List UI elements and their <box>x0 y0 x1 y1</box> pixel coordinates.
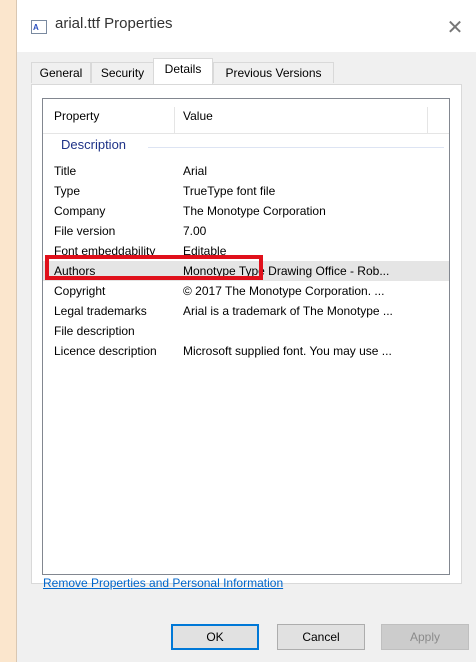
property-name: Legal trademarks <box>54 304 147 318</box>
tab-security[interactable]: Security <box>91 62 154 83</box>
title-bar: A arial.ttf Properties ✕ <box>17 0 476 52</box>
group-divider <box>148 147 444 148</box>
column-header-property[interactable]: Property <box>54 99 99 133</box>
ok-button[interactable]: OK <box>171 624 259 650</box>
list-header: Property Value <box>43 99 449 134</box>
table-row[interactable]: Legal trademarks Arial is a trademark of… <box>43 301 449 321</box>
apply-button[interactable]: Apply <box>381 624 469 650</box>
property-value: Monotype Type Drawing Office - Rob... <box>183 264 390 278</box>
table-row[interactable]: Font embeddability Editable <box>43 241 449 261</box>
table-row[interactable]: File version 7.00 <box>43 221 449 241</box>
property-name: Company <box>54 204 106 218</box>
table-row[interactable]: Type TrueType font file <box>43 181 449 201</box>
property-name: File version <box>54 224 116 238</box>
property-value: © 2017 The Monotype Corporation. ... <box>183 284 385 298</box>
table-row[interactable]: Copyright © 2017 The Monotype Corporatio… <box>43 281 449 301</box>
cancel-button[interactable]: Cancel <box>277 624 365 650</box>
properties-dialog: A arial.ttf Properties ✕ General Securit… <box>16 0 476 662</box>
group-header-description: Description <box>61 137 127 152</box>
property-name: Title <box>54 164 77 178</box>
property-value: Editable <box>183 244 227 258</box>
property-value: 7.00 <box>183 224 207 238</box>
details-list[interactable]: Property Value Description Title Arial T… <box>42 98 450 575</box>
property-name: Copyright <box>54 284 106 298</box>
property-name: Licence description <box>54 344 157 358</box>
property-value: Microsoft supplied font. You may use ... <box>183 344 392 358</box>
font-file-icon: A <box>31 20 47 34</box>
column-divider[interactable] <box>427 107 428 133</box>
remove-properties-link[interactable]: Remove Properties and Personal Informati… <box>43 576 283 590</box>
tab-general[interactable]: General <box>31 62 91 83</box>
property-value: Arial is a trademark of The Monotype ... <box>183 304 393 318</box>
tab-details[interactable]: Details <box>153 58 213 84</box>
window-title: arial.ttf Properties <box>55 15 173 32</box>
table-row[interactable]: File description <box>43 321 449 341</box>
property-name: Type <box>54 184 81 198</box>
tab-strip: General Security Details Previous Versio… <box>17 58 476 84</box>
table-row[interactable]: Licence description Microsoft supplied f… <box>43 341 449 361</box>
property-value: The Monotype Corporation <box>183 204 326 218</box>
table-row-selected[interactable]: Authors Monotype Type Drawing Office - R… <box>43 261 449 281</box>
property-value <box>183 321 448 341</box>
table-row[interactable]: Company The Monotype Corporation <box>43 201 449 221</box>
close-icon[interactable]: ✕ <box>433 12 476 42</box>
property-value: TrueType font file <box>183 184 276 198</box>
table-row[interactable]: Title Arial <box>43 161 449 181</box>
property-name: Font embeddability <box>54 244 156 258</box>
tab-previous-versions[interactable]: Previous Versions <box>213 62 334 83</box>
property-name: Authors <box>54 264 96 278</box>
property-value: Arial <box>183 164 208 178</box>
column-divider[interactable] <box>174 107 175 133</box>
column-header-value[interactable]: Value <box>183 99 213 133</box>
property-name: File description <box>54 324 135 338</box>
